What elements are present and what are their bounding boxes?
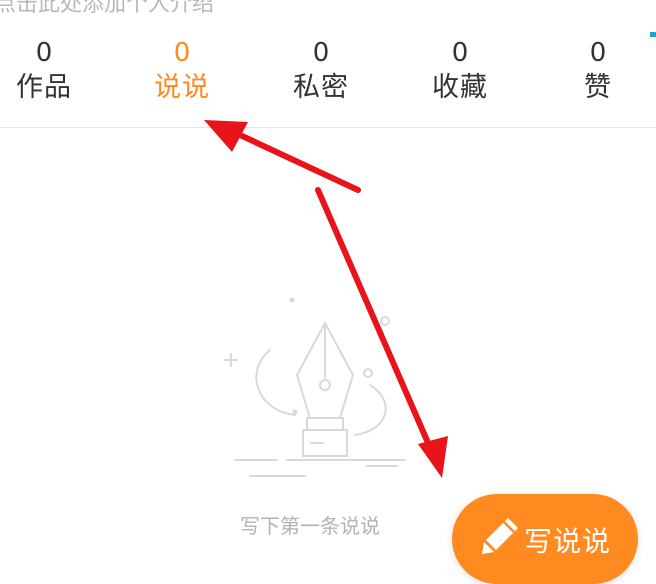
write-post-button[interactable]: 写说说 bbox=[452, 494, 638, 584]
tab-label: 赞 bbox=[584, 72, 612, 103]
tab-label: 说说 bbox=[154, 72, 210, 103]
tab-count: 0 bbox=[312, 38, 330, 68]
tab-likes[interactable]: 0 赞 bbox=[543, 36, 653, 116]
pencil-icon bbox=[480, 512, 524, 560]
tab-private[interactable]: 0 私密 bbox=[266, 36, 376, 116]
tab-count: 0 bbox=[589, 38, 607, 68]
tab-works[interactable]: 0 作品 bbox=[0, 36, 99, 116]
tab-label: 私密 bbox=[293, 72, 349, 103]
profile-tabs: 0 作品 0 说说 0 私密 0 收藏 0 赞 bbox=[0, 36, 656, 128]
annotation-arrow-line bbox=[222, 125, 361, 193]
tab-count: 0 bbox=[173, 38, 191, 68]
tab-count: 0 bbox=[35, 38, 53, 68]
tab-label: 作品 bbox=[16, 72, 72, 103]
tab-favorites[interactable]: 0 收藏 bbox=[405, 36, 515, 116]
empty-state-message: 写下第一条说说 bbox=[240, 514, 380, 538]
annotation-arrowhead bbox=[418, 436, 448, 478]
write-post-label: 写说说 bbox=[524, 525, 612, 558]
profile-intro-hint[interactable]: 点击此处添加个人介绍 bbox=[0, 0, 214, 18]
tab-posts[interactable]: 0 说说 bbox=[127, 36, 237, 116]
empty-state-illustration bbox=[215, 290, 415, 494]
tab-count: 0 bbox=[451, 38, 469, 68]
tab-label: 收藏 bbox=[432, 72, 488, 103]
tabs-divider bbox=[0, 127, 656, 128]
fountain-pen-nib-icon bbox=[224, 297, 406, 477]
